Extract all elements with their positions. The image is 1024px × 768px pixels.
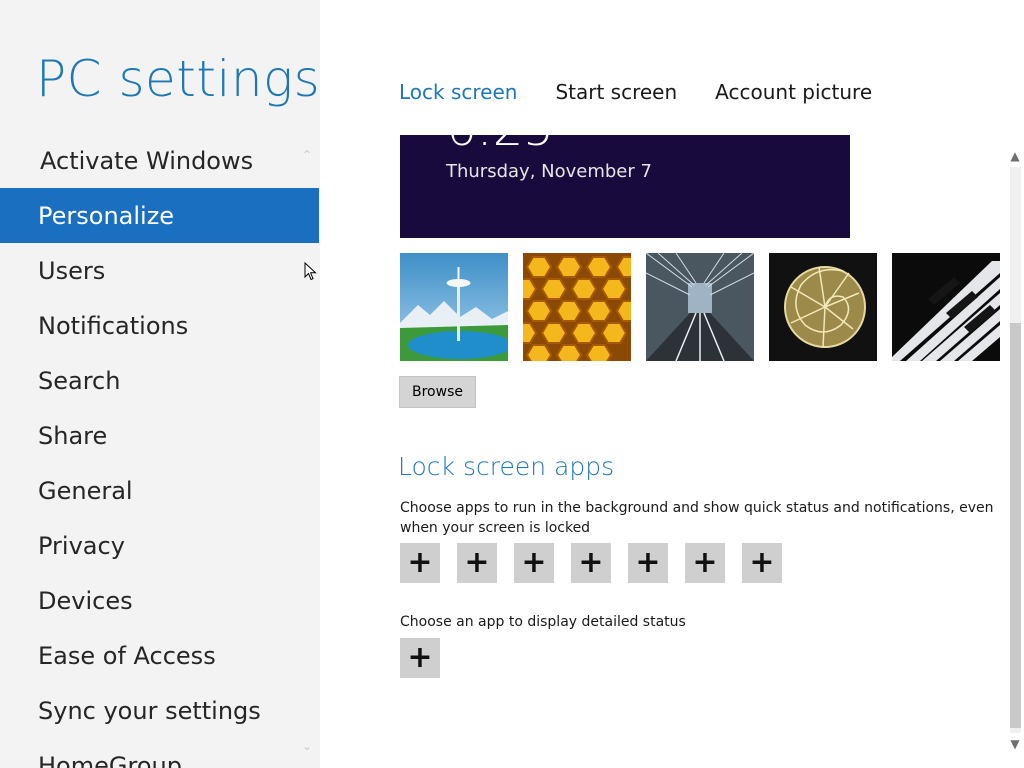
plus-icon: + — [578, 545, 604, 580]
nav-item-sync-settings[interactable]: Sync your settings — [0, 683, 320, 738]
tab-start-screen[interactable]: Start screen — [555, 80, 677, 104]
add-app-button[interactable]: + — [457, 543, 497, 583]
nav-item-activate-windows[interactable]: Activate Windows — [0, 133, 320, 188]
plus-icon: + — [407, 640, 433, 675]
nav-item-privacy[interactable]: Privacy — [0, 518, 320, 573]
preview-time: 6:25 — [446, 135, 554, 157]
chevron-down-icon[interactable]: ⌄ — [300, 739, 314, 753]
vertical-scrollbar[interactable]: ▲ ▼ — [1006, 135, 1024, 768]
triangle-up-icon[interactable]: ▲ — [1006, 147, 1024, 165]
plus-icon: + — [692, 545, 718, 580]
plus-icon: + — [749, 545, 775, 580]
nav-list: Activate Windows Personalize Users Notif… — [0, 133, 320, 768]
add-app-button[interactable]: + — [685, 543, 725, 583]
lock-screen-preview: 6:25 Thursday, November 7 — [400, 135, 850, 238]
chevron-up-icon[interactable]: ⌃ — [300, 148, 314, 162]
plus-icon: + — [464, 545, 490, 580]
personalize-content: Lock screen Start screen Account picture… — [320, 0, 1024, 768]
detailed-status-description: Choose an app to display detailed status — [400, 614, 686, 630]
piano-keys-thumbnail[interactable] — [892, 253, 1000, 361]
lock-screen-apps-description: Choose apps to run in the background and… — [400, 500, 994, 536]
nav-item-ease-of-access[interactable]: Ease of Access — [0, 628, 320, 683]
add-app-button[interactable]: + — [742, 543, 782, 583]
browse-button[interactable]: Browse — [399, 376, 476, 408]
plus-icon: + — [521, 545, 547, 580]
lock-screen-app-slots: + + + + + + + — [400, 543, 782, 583]
mouse-pointer-icon — [304, 262, 317, 281]
add-app-button[interactable]: + — [514, 543, 554, 583]
nav-item-users[interactable]: Users — [0, 243, 320, 298]
background-thumbnails — [400, 253, 1000, 361]
add-app-button[interactable]: + — [400, 543, 440, 583]
lock-screen-apps-heading: Lock screen apps — [398, 452, 615, 481]
nav-item-search[interactable]: Search — [0, 353, 320, 408]
tab-lock-screen[interactable]: Lock screen — [399, 80, 517, 104]
add-app-button[interactable]: + — [628, 543, 668, 583]
nav-item-notifications[interactable]: Notifications — [0, 298, 320, 353]
add-app-button[interactable]: + — [571, 543, 611, 583]
preview-date: Thursday, November 7 — [446, 161, 652, 182]
plus-icon: + — [635, 545, 661, 580]
honeycomb-thumbnail[interactable] — [523, 253, 631, 361]
space-needle-thumbnail[interactable] — [400, 253, 508, 361]
tab-account-picture[interactable]: Account picture — [715, 80, 872, 104]
scrollbar-thumb[interactable] — [1010, 323, 1021, 728]
personalize-tabs: Lock screen Start screen Account picture — [399, 80, 872, 104]
nav-item-personalize[interactable]: Personalize — [0, 188, 319, 243]
tunnel-thumbnail[interactable] — [646, 253, 754, 361]
page-title: PC settings — [36, 50, 320, 108]
settings-nav-pane: PC settings Activate Windows Personalize… — [0, 0, 320, 768]
nautilus-shell-thumbnail[interactable] — [769, 253, 877, 361]
nav-item-share[interactable]: Share — [0, 408, 320, 463]
add-detailed-status-app-button[interactable]: + — [400, 638, 440, 678]
nav-item-homegroup[interactable]: HomeGroup — [0, 738, 320, 768]
nav-item-general[interactable]: General — [0, 463, 320, 518]
plus-icon: + — [407, 545, 433, 580]
nav-item-devices[interactable]: Devices — [0, 573, 320, 628]
triangle-down-icon[interactable]: ▼ — [1006, 735, 1024, 753]
